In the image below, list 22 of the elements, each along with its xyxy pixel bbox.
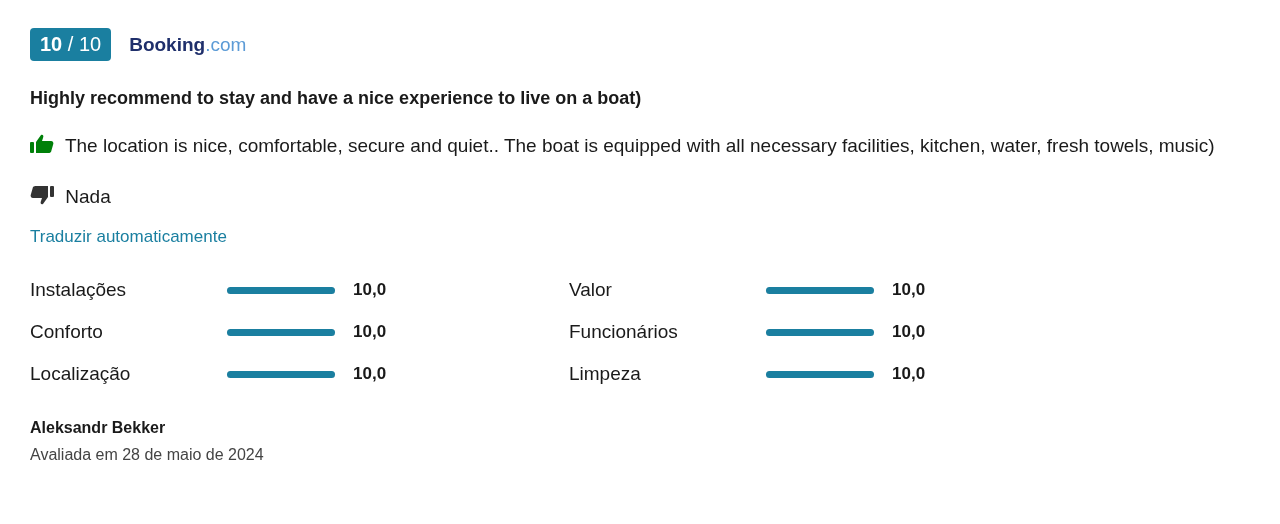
thumbs-down-icon [30, 185, 54, 205]
score-value: 10,0 [353, 322, 387, 342]
review-title: Highly recommend to stay and have a nice experience to live on a boat) [30, 88, 643, 109]
reviewer-name: Aleksandr Bekker [30, 419, 167, 437]
score-value: 10,0 [353, 364, 387, 384]
score-value: 10,0 [892, 280, 926, 300]
translate-link[interactable]: Traduzir automaticamente [30, 227, 227, 247]
score-value: 10,0 [892, 364, 926, 384]
review-date: Avaliada em 28 de maio de 2024 [30, 446, 265, 464]
score-label: Conforto [30, 321, 104, 343]
score-value: 10,0 [353, 280, 387, 300]
thumbs-up-icon [30, 134, 54, 154]
score-label: Funcionários [569, 321, 679, 343]
score-label: Localização [30, 363, 132, 385]
score-value: 10,0 [892, 322, 926, 342]
score-label: Instalações [30, 279, 128, 301]
score-badge: 10 / 10 [30, 28, 112, 61]
score-label: Limpeza [569, 363, 642, 385]
score-label: Valor [569, 279, 613, 301]
booking-logo: Booking.com [129, 33, 247, 56]
negative-comment: Nada [30, 181, 1220, 213]
positive-comment: The location is nice, comfortable, secure and quiet.. The boat is equipped with all necessary facilities, kitchen, water, fresh towels, music) [30, 130, 1220, 162]
